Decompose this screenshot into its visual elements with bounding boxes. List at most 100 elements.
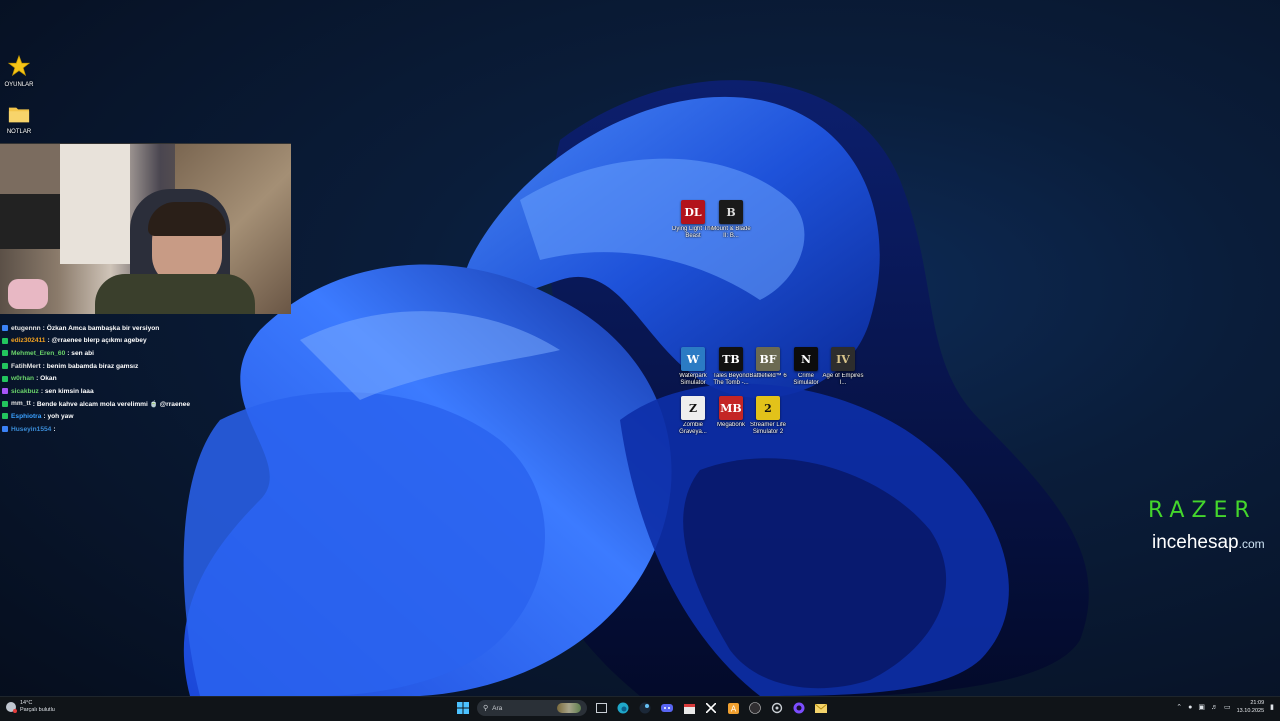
clock[interactable]: 21:09 13.10.2025 — [1237, 699, 1265, 715]
chat-username[interactable]: w0rhan — [11, 375, 34, 382]
shortcut-label: Waterpark Simulator — [679, 373, 707, 386]
chat-username[interactable]: mm_tt — [11, 400, 31, 407]
desktop-shortcut-megabonk[interactable]: MB Megabonk — [710, 396, 752, 429]
chat-username[interactable]: Esphiotra — [11, 413, 41, 420]
chat-badge-icon — [2, 413, 8, 420]
chat-username[interactable]: sicakbuz — [11, 388, 39, 395]
battery-icon[interactable]: ▭ — [1224, 703, 1231, 711]
shortcut-label: Mount & Blade II: B... — [711, 226, 751, 239]
dying-light-icon: DL — [681, 200, 705, 224]
chat-username[interactable]: Mehmet_Eren_60 — [11, 350, 65, 357]
weather-temp: 14°C — [20, 700, 33, 706]
mic-icon[interactable]: ● — [1188, 704, 1192, 711]
weather-icon — [6, 702, 17, 713]
chat-username[interactable]: ediz302411 — [11, 337, 45, 344]
chat-username[interactable]: etugennn — [11, 325, 41, 332]
system-tray: ⌃ ● ▣ ♬ ▭ 21:09 13.10.2025 ▮ — [1176, 699, 1274, 715]
chevron-up-icon[interactable]: ⌃ — [1176, 703, 1182, 711]
x-icon[interactable] — [703, 699, 719, 717]
shortcut-label: Megabonk — [716, 422, 746, 428]
chat-badge-icon — [2, 363, 8, 370]
desktop-shortcut-waterpark[interactable]: W Waterpark Simulator — [672, 347, 714, 387]
weather-desc: Parçalı bulutlu — [20, 707, 55, 713]
shelf-figures — [60, 144, 130, 264]
mail-icon[interactable] — [813, 699, 829, 717]
steam-icon[interactable] — [637, 699, 653, 717]
search-placeholder: Ara — [492, 704, 503, 712]
chat-message: FatihMert: benim babamda biraz gamsız — [2, 360, 292, 373]
weather-widget[interactable]: 14°C Parçalı bulutlu — [6, 700, 55, 714]
shortcut-label: Battlefield™ 6 — [749, 373, 787, 379]
shortcut-label: Streamer Life Simulator 2 — [749, 422, 786, 435]
obs-icon[interactable] — [747, 699, 763, 717]
volume-icon[interactable]: ♬ — [1211, 704, 1218, 711]
discord-icon[interactable] — [659, 699, 675, 717]
chat-text: : — [53, 425, 56, 433]
desktop-shortcut-tales-beyond[interactable]: TB Tales Beyond The Tomb -... — [710, 347, 752, 387]
chat-message: Mehmet_Eren_60: sen abi — [2, 347, 292, 360]
chat-text: : Okan — [36, 375, 57, 383]
razer-logo: RAZER — [1148, 498, 1257, 523]
shortcut-label: Zombie Graveya... — [679, 422, 707, 435]
desktop-shortcut-battlefield[interactable]: BF Battlefield™ 6 — [747, 347, 789, 380]
chat-username[interactable]: FatihMert — [11, 363, 41, 370]
search-highlight-icon — [557, 703, 581, 713]
windows-start-icon[interactable] — [455, 699, 471, 717]
webcam-overlay — [0, 143, 291, 314]
clock-time: 21:09 — [1250, 700, 1265, 706]
settings-icon[interactable] — [769, 699, 785, 717]
incehesap-domain: .com — [1238, 537, 1265, 551]
shelf — [0, 144, 60, 194]
network-icon[interactable]: ▣ — [1198, 703, 1205, 711]
shortcut-label: Tales Beyond The Tomb -... — [712, 373, 750, 386]
shortcut-label: NOTLAR — [6, 129, 32, 135]
taskbar: 14°C Parçalı bulutlu ⚲ Ara A ⌃ ● ▣ ♬ ▭ 2… — [0, 696, 1280, 721]
chat-message: mm_tt: Bende kahve alcam mola verelimmi … — [2, 398, 292, 411]
task-view-icon[interactable] — [593, 699, 609, 717]
desktop-shortcut-dying-light[interactable]: DL Dying Light The Beast — [672, 200, 714, 240]
svg-text:A: A — [730, 704, 736, 713]
app-a-icon[interactable]: A — [725, 699, 741, 717]
desktop-shortcut-crime-simulator[interactable]: N Crime Simulator — [785, 347, 827, 387]
shortcut-label: Dying Light The Beast — [672, 226, 714, 239]
chat-message: ediz302411: @rraenee blerp açıkmı agebey — [2, 335, 292, 348]
desktop-shortcut-oyunlar[interactable]: OYUNLAR — [2, 54, 36, 88]
stream-chat: etugennn: Özkan Amca bambaşka bir versiy… — [2, 322, 292, 435]
chat-badge-icon — [2, 388, 8, 395]
pink-object — [8, 279, 48, 309]
tales-beyond-icon: TB — [719, 347, 743, 371]
chat-username[interactable]: Huseyin1554 — [11, 426, 51, 433]
shortcut-label: Crime Simulator — [793, 373, 819, 386]
desktop-shortcut-age-of-empires[interactable]: IV Age of Empires I... — [822, 347, 864, 387]
streamer-life-icon: 2 — [756, 396, 780, 420]
megabonk-icon: MB — [719, 396, 743, 420]
mount-blade-icon: B — [719, 200, 743, 224]
chat-message: w0rhan: Okan — [2, 372, 292, 385]
search-box[interactable]: ⚲ Ara — [477, 700, 587, 716]
calendar-icon[interactable] — [681, 699, 697, 717]
desktop-shortcut-notlar[interactable]: NOTLAR — [2, 104, 36, 135]
battlefield-icon: BF — [756, 347, 780, 371]
chat-message: Huseyin1554: — [2, 423, 292, 436]
media-icon[interactable] — [791, 699, 807, 717]
desktop-shortcut-mount-blade[interactable]: B Mount & Blade II: B... — [710, 200, 752, 240]
dark-panel — [0, 194, 60, 249]
clock-date: 13.10.2025 — [1236, 708, 1265, 714]
chat-message: Esphiotra: yoh yaw — [2, 410, 292, 423]
shortcut-label: Age of Empires I... — [822, 373, 864, 386]
search-icon: ⚲ — [483, 705, 489, 712]
crime-simulator-icon: N — [794, 347, 818, 371]
chat-text: : Özkan Amca bambaşka bir versiyon — [42, 324, 160, 332]
chat-text: : sen kimsin laaa — [40, 387, 94, 395]
edge-icon[interactable] — [615, 699, 631, 717]
streamer-shirt — [95, 274, 255, 314]
chat-message: etugennn: Özkan Amca bambaşka bir versiy… — [2, 322, 292, 335]
incehesap-logo: incehesap.com — [1152, 532, 1265, 554]
notification-icon[interactable]: ▮ — [1270, 703, 1274, 711]
taskbar-apps: ⚲ Ara A — [455, 699, 829, 717]
desktop-shortcut-zombie-graveyard[interactable]: Z Zombie Graveya... — [672, 396, 714, 436]
chat-text: : @rraenee blerp açıkmı agebey — [47, 337, 147, 345]
zombie-graveyard-icon: Z — [681, 396, 705, 420]
desktop-shortcut-streamer-life[interactable]: 2 Streamer Life Simulator 2 — [747, 396, 789, 436]
shortcut-label: OYUNLAR — [4, 82, 34, 88]
